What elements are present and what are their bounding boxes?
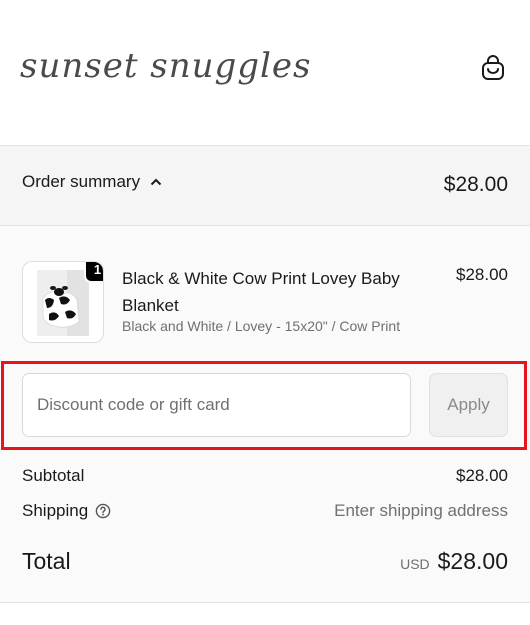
- store-logo[interactable]: sunset snuggles: [20, 36, 311, 106]
- shipping-value: Enter shipping address: [334, 501, 508, 520]
- order-summary-label: Order summary: [22, 172, 141, 191]
- order-summary-bar: Order summary $28.00: [0, 146, 530, 226]
- shipping-row: Shipping Enter shipping address: [22, 501, 508, 521]
- subtotal-label: Subtotal: [22, 466, 85, 485]
- total-row: Total USD $28.00: [22, 548, 508, 575]
- product-image: 1: [22, 261, 104, 343]
- shipping-label: Shipping: [22, 501, 89, 520]
- order-summary-toggle[interactable]: Order summary: [22, 172, 162, 192]
- help-circle-icon[interactable]: [95, 503, 111, 519]
- subtotal-value: $28.00: [456, 466, 508, 485]
- shopping-bag-icon: [480, 54, 506, 87]
- total-label: Total: [22, 548, 71, 574]
- discount-code-input[interactable]: [22, 373, 411, 437]
- subtotal-row: Subtotal $28.00: [22, 466, 508, 486]
- currency-code: USD: [400, 556, 430, 572]
- product-variant: Black and White / Lovey - 15x20" / Cow P…: [122, 318, 401, 334]
- checkout-header: sunset snuggles: [0, 0, 530, 146]
- total-amount: $28.00: [437, 548, 508, 574]
- quantity-badge: 1: [84, 262, 103, 283]
- cart-button[interactable]: [475, 52, 511, 88]
- order-summary-total: $28.00: [443, 173, 508, 196]
- chevron-up-icon: [150, 178, 162, 186]
- product-photo: [37, 270, 89, 336]
- apply-discount-button[interactable]: Apply: [429, 373, 508, 437]
- product-price: $28.00: [456, 265, 508, 284]
- product-title: Black & White Cow Print Lovey Baby Blank…: [122, 269, 400, 315]
- order-summary-content: 1 Black & White Cow Print Lovey Baby Bla…: [0, 226, 530, 603]
- logo-text: sunset snuggles: [20, 46, 312, 86]
